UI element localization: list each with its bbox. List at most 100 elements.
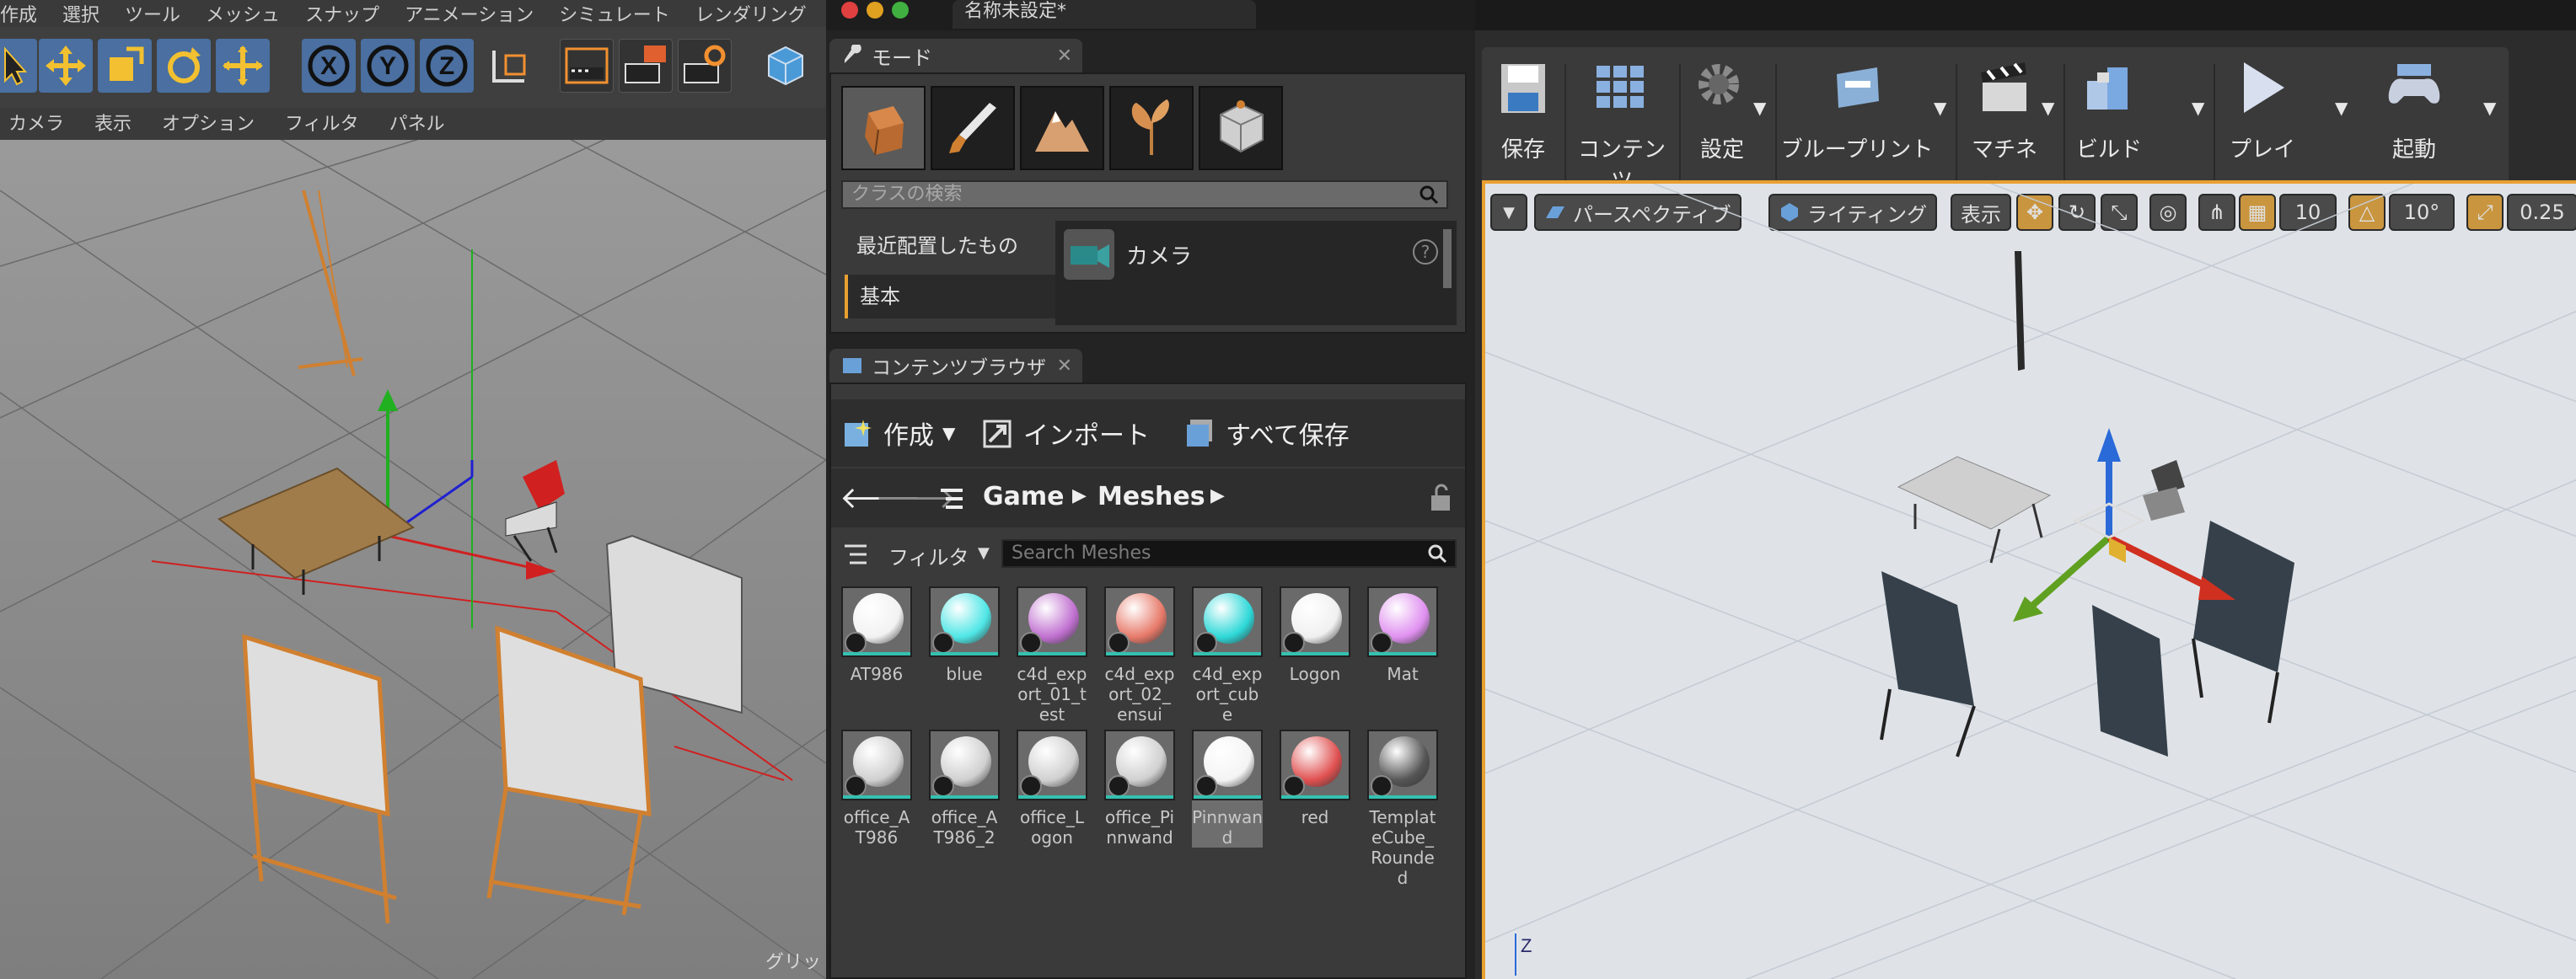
asset-tile[interactable]: office_Pinnwand xyxy=(1104,730,1175,848)
view-menu-options[interactable]: オプション xyxy=(162,109,255,136)
asset-tile[interactable]: c4d_export_cube xyxy=(1192,586,1263,725)
static-mesh-badge-icon xyxy=(932,775,954,797)
menu-snap[interactable]: スナップ xyxy=(305,0,379,27)
scrollbar[interactable] xyxy=(1443,229,1452,288)
save-button[interactable]: 保存 xyxy=(1487,56,1559,163)
paint-mode-button[interactable] xyxy=(931,86,1015,170)
build-button[interactable]: ビルド xyxy=(2069,56,2149,163)
play-button[interactable]: プレイ xyxy=(2219,56,2306,163)
launch-dropdown-arrow[interactable]: ▼ xyxy=(2483,98,2496,118)
content-browser-panel: 作成 ▼ インポート すべて保存 🡐 🡒 Game ▶ Meshes ▶ フィル… xyxy=(829,383,1467,979)
asset-label: TemplateCube_Rounded xyxy=(1369,807,1436,888)
import-button[interactable]: インポート xyxy=(981,415,1150,452)
view-menu-filter[interactable]: フィルタ xyxy=(285,109,359,136)
asset-tile[interactable]: Logon xyxy=(1280,586,1350,684)
c4d-3d-viewport[interactable]: グリッ xyxy=(0,140,826,979)
blueprints-dropdown-arrow[interactable]: ▼ xyxy=(1934,98,1946,118)
matinee-dropdown-arrow[interactable]: ▼ xyxy=(2042,98,2054,118)
asset-tile[interactable]: office_AT986 xyxy=(841,730,912,848)
asset-thumbnail xyxy=(1017,730,1087,800)
view-menu-display[interactable]: 表示 xyxy=(94,109,131,136)
render-view-button[interactable] xyxy=(560,39,614,93)
landscape-mode-button[interactable] xyxy=(1020,86,1104,170)
close-icon[interactable]: ✕ xyxy=(1057,356,1072,377)
foliage-mode-button[interactable] xyxy=(1109,86,1194,170)
y-axis-icon: Y xyxy=(367,45,409,87)
cube-icon xyxy=(768,45,803,86)
cube-primitive-button[interactable] xyxy=(759,39,813,93)
asset-type-strip xyxy=(1281,795,1349,799)
ue-3d-viewport[interactable]: ▼ パースペクティブ ライティング 表示 ✥ ↻ ⤡ ◎ ⋔ ▦ 10 △ 10… xyxy=(1482,180,2576,979)
place-item-camera[interactable]: カメラ xyxy=(1126,239,1192,270)
asset-tile[interactable]: AT986 xyxy=(841,586,912,684)
close-icon[interactable]: ✕ xyxy=(1057,45,1072,67)
breadcrumb-game[interactable]: Game xyxy=(983,482,1064,511)
asset-tile[interactable]: c4d_export_01_test xyxy=(1017,586,1087,725)
static-mesh-badge-icon xyxy=(1020,632,1042,654)
content-browser-tab[interactable]: コンテンツブラウザ ✕ xyxy=(829,349,1082,383)
asset-tile[interactable]: Pinnwand xyxy=(1192,730,1263,848)
toolbar-separator xyxy=(1679,64,1681,182)
minimize-window-button[interactable] xyxy=(867,2,883,19)
chevron-down-icon: ▼ xyxy=(942,423,956,443)
build-dropdown-arrow[interactable]: ▼ xyxy=(2192,98,2204,118)
menu-tools[interactable]: ツール xyxy=(125,0,180,27)
import-icon xyxy=(983,420,1012,448)
view-menu-panel[interactable]: パネル xyxy=(389,109,445,136)
play-dropdown-arrow[interactable]: ▼ xyxy=(2335,98,2348,118)
matinee-button[interactable]: マチネ xyxy=(1961,56,2048,163)
asset-tile[interactable]: office_Logon xyxy=(1017,730,1087,848)
help-icon[interactable]: ? xyxy=(1413,239,1438,265)
asset-thumbnail xyxy=(841,586,912,657)
modes-tab[interactable]: モード ✕ xyxy=(829,39,1082,72)
save-all-button[interactable]: すべて保存 xyxy=(1183,415,1350,452)
geometry-mode-button[interactable] xyxy=(1199,86,1283,170)
asset-tile[interactable]: red xyxy=(1280,730,1350,827)
menu-select[interactable]: 選択 xyxy=(62,0,99,27)
menu-create[interactable]: 作成 xyxy=(0,0,37,27)
select-tool-button[interactable] xyxy=(0,39,37,93)
blueprints-button[interactable]: ブループリント xyxy=(1780,56,1934,163)
folder-tree-icon[interactable] xyxy=(937,485,966,514)
rotate-tool-button[interactable] xyxy=(157,39,211,93)
maximize-window-button[interactable] xyxy=(892,2,909,19)
search-meshes-input[interactable]: Search Meshes xyxy=(1001,539,1457,568)
asset-type-strip xyxy=(1194,652,1261,655)
category-recent[interactable]: 最近配置したもの xyxy=(845,224,1055,268)
settings-button[interactable]: 設定 xyxy=(1684,56,1760,163)
y-axis-lock-button[interactable]: Y xyxy=(361,39,415,93)
asset-tile[interactable]: office_AT986_2 xyxy=(929,730,1000,848)
menu-simulate[interactable]: シミュレート xyxy=(559,0,670,27)
launch-button[interactable]: 起動 xyxy=(2355,56,2473,163)
render-settings-button[interactable] xyxy=(678,39,732,93)
breadcrumb-meshes[interactable]: Meshes xyxy=(1097,482,1205,511)
category-basic[interactable]: 基本 xyxy=(845,275,1055,318)
menu-mesh[interactable]: メッシュ xyxy=(206,0,280,27)
settings-dropdown-arrow[interactable]: ▼ xyxy=(1753,98,1766,118)
z-axis-lock-button[interactable]: Z xyxy=(420,39,474,93)
x-axis-lock-button[interactable]: X xyxy=(302,39,356,93)
leaf-icon xyxy=(1131,99,1169,155)
asset-tile[interactable]: Mat xyxy=(1367,586,1438,684)
asset-type-strip xyxy=(931,652,998,655)
content-button[interactable]: コンテンツ xyxy=(1570,56,1674,195)
asset-tile[interactable]: c4d_export_02_ensui xyxy=(1104,586,1175,725)
create-button[interactable]: 作成 ▼ xyxy=(841,415,955,452)
lock-icon[interactable] xyxy=(1428,484,1453,512)
asset-tile[interactable]: TemplateCube_Rounded xyxy=(1367,730,1438,888)
render-picture-viewer-button[interactable] xyxy=(619,39,673,93)
live-select-button[interactable] xyxy=(216,39,270,93)
class-search-input[interactable]: クラスの検索 xyxy=(841,180,1448,209)
menu-render[interactable]: レンダリング xyxy=(695,0,807,27)
move-tool-button[interactable] xyxy=(39,39,93,93)
close-window-button[interactable] xyxy=(841,2,858,19)
document-tab[interactable]: 名称未設定* xyxy=(953,0,1256,29)
scale-tool-button[interactable] xyxy=(98,39,152,93)
asset-type-strip xyxy=(1106,652,1173,655)
view-menu-camera[interactable]: カメラ xyxy=(8,109,64,136)
asset-tile[interactable]: blue xyxy=(929,586,1000,684)
menu-animation[interactable]: アニメーション xyxy=(405,0,534,27)
filter-button[interactable]: フィルタ ▼ xyxy=(841,541,990,573)
place-mode-button[interactable] xyxy=(841,86,926,170)
coordinate-system-button[interactable] xyxy=(482,39,536,93)
